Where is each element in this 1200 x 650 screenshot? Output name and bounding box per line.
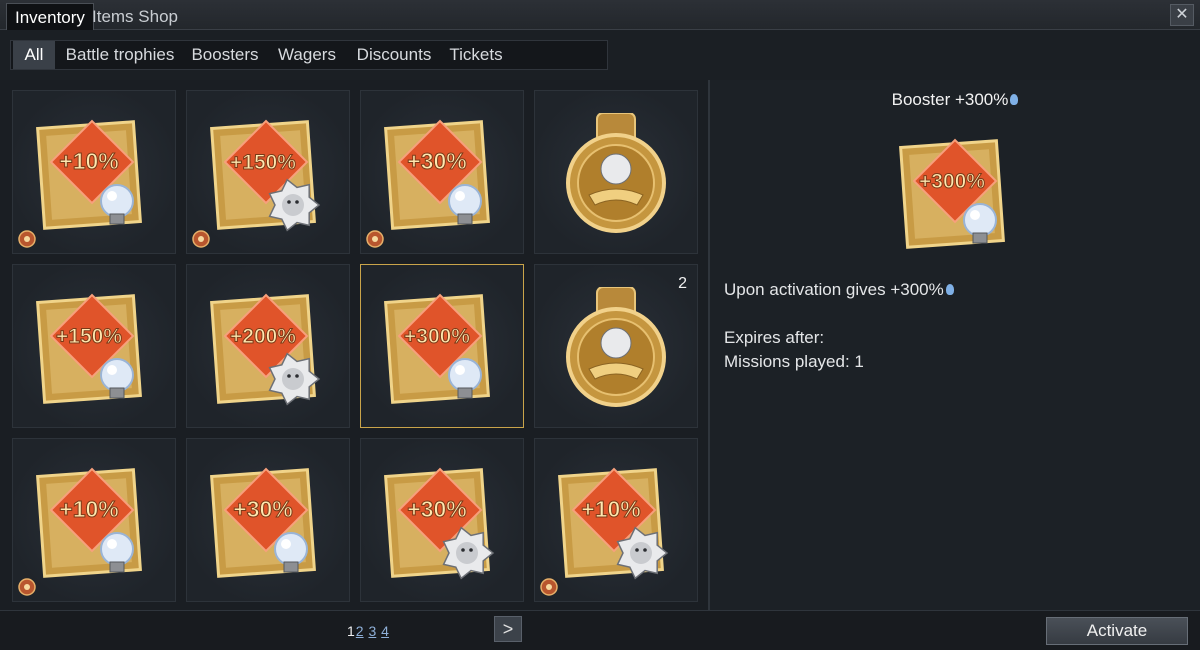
page-2[interactable]: 2	[356, 623, 364, 639]
booster-card-image: +200%	[210, 293, 321, 406]
inventory-grid: +10% +150% +30% +150% +200% +300% 2 +10% +30% +30…	[0, 80, 708, 610]
tab-items-shop[interactable]: Items Shop	[84, 3, 186, 30]
detail-description: Upon activation gives +300%	[724, 280, 954, 300]
filter-tabs: All Battle trophies Boosters Wagers Disc…	[10, 40, 608, 70]
medal-image	[566, 287, 666, 407]
detail-title: Booster +300%	[710, 90, 1200, 110]
inventory-item[interactable]: +150%	[12, 264, 176, 428]
inventory-item[interactable]: +300%	[360, 264, 524, 428]
page-3[interactable]: 3	[368, 623, 376, 639]
inventory-item[interactable]: +30%	[186, 438, 350, 602]
inventory-item[interactable]: 2	[534, 264, 698, 428]
booster-value: +300%	[919, 170, 985, 193]
booster-value: +30%	[233, 496, 292, 522]
handshake-lion-medal-icon	[566, 287, 666, 407]
diamond-badge-icon	[540, 578, 558, 596]
inventory-item[interactable]: +30%	[360, 438, 524, 602]
tab-inventory[interactable]: Inventory	[6, 3, 94, 30]
booster-card-image: +30%	[210, 467, 316, 578]
booster-value: +10%	[59, 496, 118, 522]
inventory-item[interactable]: +150%	[186, 90, 350, 254]
footer-bar: 12 3 4 > Activate	[0, 610, 1200, 650]
booster-value: +30%	[407, 496, 466, 522]
inventory-item[interactable]	[534, 90, 698, 254]
medal-image	[566, 113, 666, 233]
close-button[interactable]: ✕	[1170, 4, 1194, 26]
filter-boosters[interactable]: Boosters	[187, 41, 263, 69]
item-details-panel: Booster +300% +300% Upon activation give…	[710, 80, 1200, 610]
next-page-button[interactable]: >	[494, 616, 522, 642]
inventory-item[interactable]: +30%	[360, 90, 524, 254]
bulb-icon	[945, 284, 954, 295]
inventory-item[interactable]: +10%	[534, 438, 698, 602]
booster-card-image: +30%	[384, 467, 495, 580]
booster-value: +150%	[230, 151, 296, 174]
filter-all[interactable]: All	[13, 41, 55, 69]
booster-value: +300%	[404, 325, 470, 348]
detail-item-image: +300%	[899, 138, 1005, 249]
diamond-badge-icon	[18, 578, 36, 596]
booster-value: +10%	[59, 148, 118, 174]
booster-value: +10%	[581, 496, 640, 522]
booster-card-image: +10%	[558, 467, 669, 580]
page-4[interactable]: 4	[381, 623, 389, 639]
activate-button[interactable]: Activate	[1046, 617, 1188, 645]
booster-value: +200%	[230, 325, 296, 348]
booster-value: +30%	[407, 148, 466, 174]
inventory-item[interactable]: +10%	[12, 90, 176, 254]
filter-battle-trophies[interactable]: Battle trophies	[61, 41, 179, 69]
star-badge-icon	[18, 230, 36, 248]
chevron-right-icon: >	[502, 619, 514, 639]
page-1[interactable]: 1	[347, 623, 355, 639]
booster-card-image: +150%	[210, 119, 321, 232]
window-titlebar: Inventory Items Shop ✕	[0, 0, 1200, 30]
star-badge-icon	[366, 230, 384, 248]
booster-card-image: +10%	[36, 119, 142, 230]
close-icon: ✕	[1175, 6, 1189, 23]
inventory-item[interactable]: +200%	[186, 264, 350, 428]
booster-card-image: +150%	[36, 293, 142, 404]
star-badge-icon	[192, 230, 210, 248]
pagination: 12 3 4	[347, 623, 390, 639]
item-count: 2	[678, 275, 687, 292]
booster-card-image: +300%	[384, 293, 490, 404]
booster-card-image: +10%	[36, 467, 142, 578]
detail-expires-label: Expires after:	[724, 328, 825, 347]
detail-missions-played: Missions played: 1	[724, 352, 864, 371]
bulb-icon	[1010, 94, 1019, 105]
booster-card-image: +30%	[384, 119, 490, 230]
filter-wagers[interactable]: Wagers	[271, 41, 343, 69]
filter-discounts[interactable]: Discounts	[351, 41, 437, 69]
booster-value: +150%	[56, 325, 122, 348]
handshake-lion-medal-icon	[566, 113, 666, 233]
inventory-item[interactable]: +10%	[12, 438, 176, 602]
filter-tickets[interactable]: Tickets	[445, 41, 507, 69]
